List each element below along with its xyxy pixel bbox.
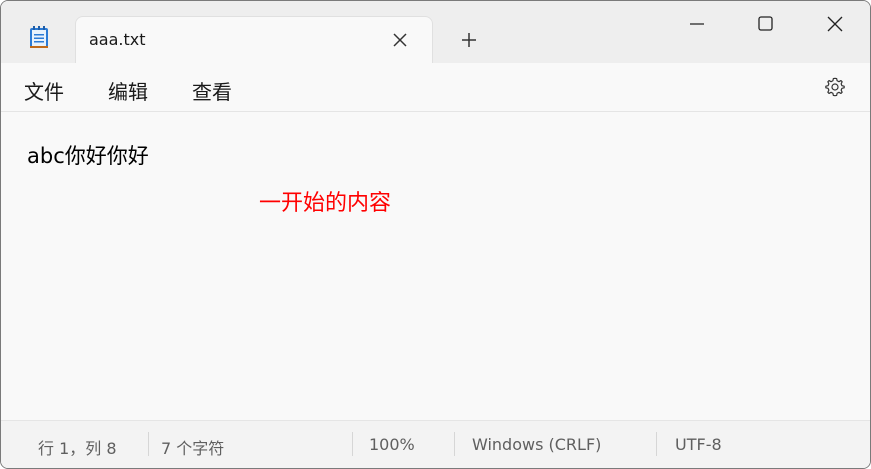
title-bar[interactable]: aaa.txt xyxy=(1,1,870,63)
menu-bar: 文件 编辑 查看 xyxy=(1,63,870,112)
tab-close-icon[interactable] xyxy=(390,30,410,50)
status-zoom[interactable]: 100% xyxy=(369,435,415,454)
notepad-window: aaa.txt 文件 编辑 查看 abc你好你好 一开始的内容 行 1，列 8 … xyxy=(0,0,871,469)
status-divider xyxy=(352,432,353,456)
tab-aaa-txt[interactable]: aaa.txt xyxy=(75,16,433,63)
menu-file[interactable]: 文件 xyxy=(24,76,64,105)
maximize-button[interactable] xyxy=(730,1,800,47)
menu-edit[interactable]: 编辑 xyxy=(108,76,148,105)
minimize-button[interactable] xyxy=(662,1,732,47)
status-line-ending[interactable]: Windows (CRLF) xyxy=(472,435,601,454)
text-editor[interactable]: abc你好你好 一开始的内容 xyxy=(1,112,870,420)
close-icon xyxy=(827,16,843,32)
tab-title: aaa.txt xyxy=(89,30,146,49)
menu-view[interactable]: 查看 xyxy=(192,76,232,105)
notepad-icon xyxy=(29,25,49,49)
status-bar: 行 1，列 8 7 个字符 100% Windows (CRLF) UTF-8 xyxy=(1,420,870,468)
editor-content[interactable]: abc你好你好 xyxy=(27,140,149,170)
status-encoding[interactable]: UTF-8 xyxy=(675,435,722,454)
status-divider xyxy=(454,432,455,456)
gear-icon[interactable] xyxy=(824,76,846,98)
status-cursor-position: 行 1，列 8 xyxy=(38,439,117,458)
close-window-button[interactable] xyxy=(800,1,870,47)
status-divider xyxy=(656,432,657,456)
minimize-icon xyxy=(690,23,704,25)
status-divider xyxy=(148,432,149,456)
maximize-icon xyxy=(758,16,773,31)
plus-icon[interactable] xyxy=(459,30,479,50)
status-char-count: 7 个字符 xyxy=(161,439,225,458)
annotation-label: 一开始的内容 xyxy=(259,191,392,216)
